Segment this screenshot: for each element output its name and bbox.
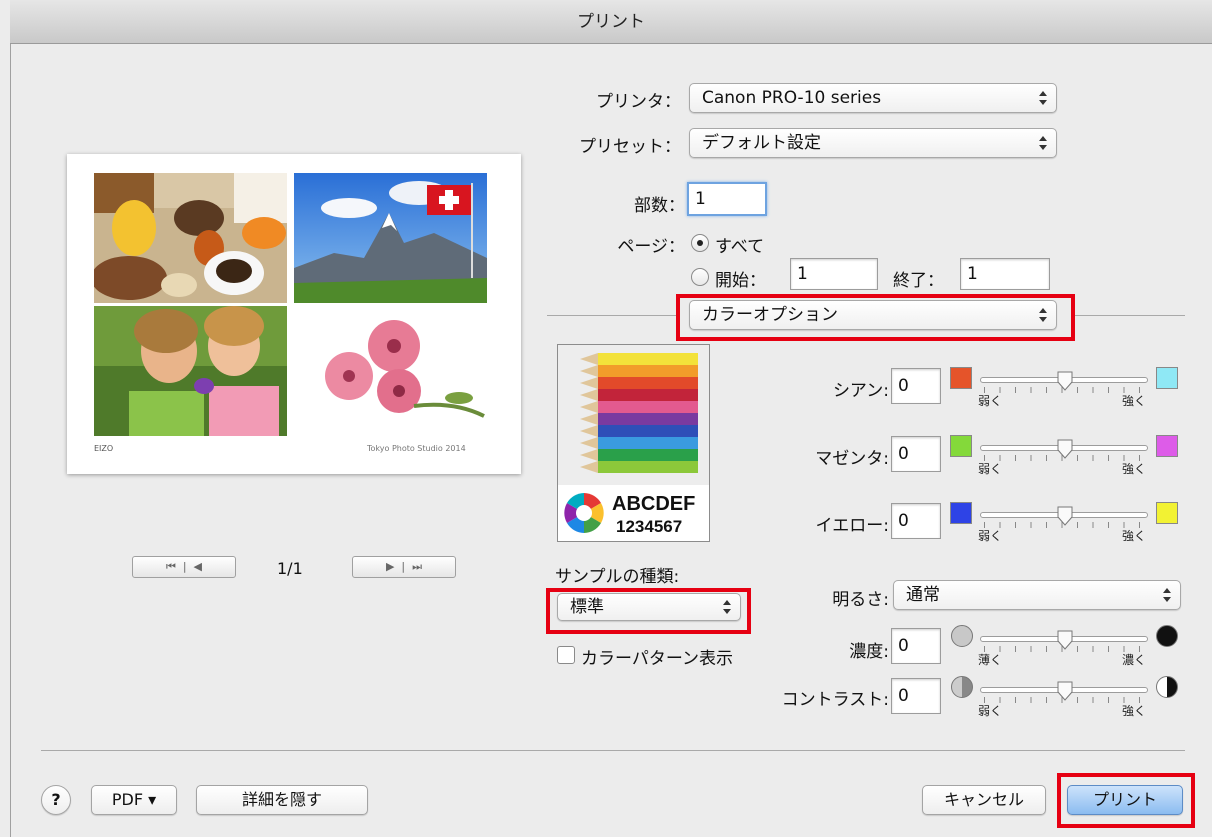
brightness-value: 通常 [906, 585, 940, 605]
hide-details-button[interactable]: 詳細を隠す [196, 785, 368, 815]
magenta-low-swatch [950, 435, 972, 457]
preset-value: デフォルト設定 [702, 133, 821, 153]
pages-from-input[interactable]: 1 [790, 258, 878, 290]
preview-footer-right: Tokyo Photo Studio 2014 [367, 444, 466, 453]
photo-girls [94, 306, 287, 436]
window-title: プリント [10, 0, 1212, 44]
printer-select[interactable]: Canon PRO-10 series [689, 83, 1057, 113]
contrast-high-text: 強く [1121, 704, 1146, 718]
preview-footer-left: EIZO [94, 444, 114, 453]
sample-text-letters: ABCDEF [612, 493, 696, 515]
density-dark-icon [1156, 625, 1178, 647]
printer-label: プリンタ： [596, 92, 681, 112]
cyan-low-swatch [950, 367, 972, 389]
yellow-low-swatch [950, 502, 972, 524]
next-last-page-buttons[interactable]: ▶ | ⏭ [352, 556, 456, 578]
print-dialog: EIZO Tokyo Photo Studio 2014 ⏮ | ◀ 1/1 ▶… [10, 44, 1212, 837]
bottom-separator [41, 750, 1185, 751]
highlight-panel-select [676, 294, 1075, 341]
photo-mountain [294, 173, 487, 303]
contrast-low-text: 弱く [978, 704, 1003, 718]
magenta-input[interactable]: 0 [891, 436, 941, 472]
color-pattern-checkbox[interactable] [557, 646, 575, 664]
slider-thumb-icon[interactable] [1057, 630, 1073, 650]
separator-right [1073, 315, 1185, 316]
cyan-high-swatch [1156, 367, 1178, 389]
magenta-label: マゼンタ: [815, 449, 889, 469]
magenta-slider[interactable]: 弱く 強く [978, 438, 1148, 478]
yellow-slider[interactable]: 弱く 強く [978, 505, 1148, 545]
sample-text-numbers: 1234567 [616, 517, 683, 536]
printer-value: Canon PRO-10 series [702, 88, 882, 108]
yellow-low-text: 弱く [978, 529, 1003, 543]
pages-range-radio[interactable] [691, 268, 709, 286]
photo-breakfast [94, 173, 287, 303]
cyan-input[interactable]: 0 [891, 368, 941, 404]
slider-thumb-icon[interactable] [1057, 506, 1073, 526]
help-button[interactable]: ? [41, 785, 71, 815]
pages-to-input[interactable]: 1 [960, 258, 1050, 290]
density-label: 濃度: [849, 642, 889, 662]
magenta-high-swatch [1156, 435, 1178, 457]
density-light-icon [951, 625, 973, 647]
slider-thumb-icon[interactable] [1057, 439, 1073, 459]
sample-image: ABCDEF 1234567 [557, 344, 710, 542]
popup-arrows-icon [1162, 585, 1172, 605]
cancel-button[interactable]: キャンセル [922, 785, 1046, 815]
copies-label: 部数： [634, 196, 685, 216]
yellow-label: イエロー: [815, 516, 889, 536]
color-pattern-label: カラーパターン表示 [581, 649, 733, 669]
density-high-text: 濃く [1121, 653, 1146, 667]
yellow-high-text: 強く [1121, 529, 1146, 543]
cyan-low-text: 弱く [978, 394, 1003, 408]
contrast-low-icon [951, 676, 973, 698]
magenta-high-text: 強く [1121, 462, 1146, 476]
magenta-low-text: 弱く [978, 462, 1003, 476]
cyan-high-text: 強く [1121, 394, 1146, 408]
cyan-slider[interactable]: 弱く 強く [978, 370, 1148, 410]
pages-to-label: 終了： [893, 271, 944, 291]
density-low-text: 薄く [978, 653, 1003, 667]
separator-left [547, 315, 679, 316]
contrast-slider[interactable]: 弱く 強く [978, 680, 1148, 720]
popup-arrows-icon [1038, 133, 1048, 153]
slider-thumb-icon[interactable] [1057, 371, 1073, 391]
slider-thumb-icon[interactable] [1057, 681, 1073, 701]
highlight-print-button [1057, 773, 1195, 828]
contrast-high-icon [1156, 676, 1178, 698]
pages-all-label: すべて [715, 237, 765, 257]
highlight-sample-type [546, 588, 751, 634]
sample-type-label: サンプルの種類: [555, 567, 680, 587]
brightness-select[interactable]: 通常 [893, 580, 1181, 610]
pages-all-radio[interactable] [691, 234, 709, 252]
contrast-input[interactable]: 0 [891, 678, 941, 714]
density-input[interactable]: 0 [891, 628, 941, 664]
density-slider[interactable]: 薄く 濃く [978, 629, 1148, 669]
pdf-menu-button[interactable]: PDF ▾ [91, 785, 177, 815]
yellow-high-swatch [1156, 502, 1178, 524]
contrast-label: コントラスト: [781, 690, 889, 710]
print-preview: EIZO Tokyo Photo Studio 2014 [67, 154, 521, 474]
yellow-input[interactable]: 0 [891, 503, 941, 539]
pages-from-label: 開始： [715, 271, 766, 291]
brightness-label: 明るさ: [832, 590, 889, 610]
pages-label: ページ： [617, 237, 685, 257]
preset-select[interactable]: デフォルト設定 [689, 128, 1057, 158]
photo-flowers [294, 306, 487, 436]
first-prev-page-buttons[interactable]: ⏮ | ◀ [132, 556, 236, 578]
page-indicator: 1/1 [277, 559, 303, 578]
cyan-label: シアン: [832, 381, 889, 401]
popup-arrows-icon [1038, 88, 1048, 108]
preset-label: プリセット： [579, 137, 681, 157]
copies-input[interactable]: 1 [687, 182, 767, 216]
